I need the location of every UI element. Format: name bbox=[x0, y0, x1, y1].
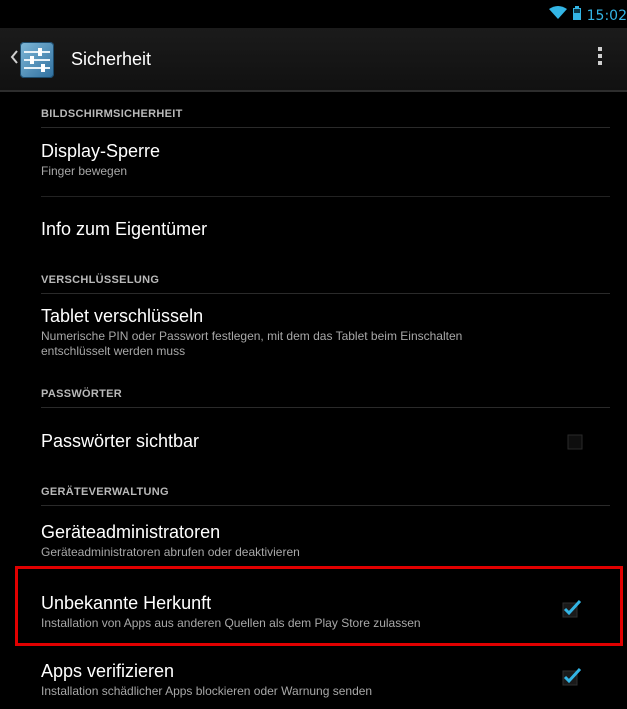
divider bbox=[41, 196, 610, 197]
item-summary: Installation schädlicher Apps blockieren… bbox=[41, 684, 373, 698]
section-header-screen-security: BILDSCHIRMSICHERHEIT bbox=[41, 100, 610, 128]
settings-app-icon[interactable] bbox=[20, 42, 54, 78]
list-item-encrypt-tablet[interactable]: Tablet verschlüsseln Numerische PIN oder… bbox=[41, 305, 601, 359]
item-summary: Finger bewegen bbox=[41, 164, 128, 178]
page-title: Sicherheit bbox=[71, 49, 152, 69]
item-summary: Geräteadministratoren abrufen oder deakt… bbox=[41, 545, 300, 559]
list-item-screen-lock[interactable]: Display-Sperre Finger bewegen bbox=[41, 140, 601, 179]
verify-apps-checkbox[interactable] bbox=[560, 666, 582, 688]
list-item-owner-info[interactable]: Info zum Eigentümer bbox=[41, 218, 601, 240]
list-item-device-admins[interactable]: Geräteadministratoren Geräteadministrato… bbox=[41, 521, 601, 560]
item-title: Display-Sperre bbox=[41, 141, 161, 161]
item-title: Passwörter sichtbar bbox=[41, 431, 200, 451]
overflow-menu-icon[interactable] bbox=[592, 44, 608, 74]
action-bar: Sicherheit bbox=[0, 28, 627, 92]
list-item-verify-apps[interactable]: Apps verifizieren Installation schädlich… bbox=[41, 660, 601, 699]
section-label: PASSWÖRTER bbox=[41, 388, 123, 400]
section-header-passwords: PASSWÖRTER bbox=[41, 380, 610, 408]
status-bar: 15:02 bbox=[0, 0, 627, 28]
section-label: BILDSCHIRMSICHERHEIT bbox=[41, 108, 183, 120]
item-summary-line1: Numerische PIN oder Passwort festlegen, … bbox=[41, 329, 463, 343]
highlight-frame bbox=[15, 566, 623, 646]
item-title: Info zum Eigentümer bbox=[41, 219, 208, 239]
item-title: Tablet verschlüsseln bbox=[41, 306, 204, 326]
battery-icon bbox=[572, 6, 581, 25]
section-header-device-admin: GERÄTEVERWALTUNG bbox=[41, 478, 610, 506]
settings-screen: 15:02 Sicherheit BILDSCHIRMSICHERHEIT Di… bbox=[0, 0, 627, 709]
back-icon[interactable] bbox=[10, 50, 18, 64]
item-title: Geräteadministratoren bbox=[41, 522, 221, 542]
section-header-encryption: VERSCHLÜSSELUNG bbox=[41, 266, 610, 294]
section-label: VERSCHLÜSSELUNG bbox=[41, 274, 160, 286]
item-summary-line2: entschlüsselt werden muss bbox=[41, 344, 186, 358]
list-item-show-passwords[interactable]: Passwörter sichtbar bbox=[41, 430, 601, 452]
status-time: 15:02 bbox=[586, 7, 627, 24]
show-passwords-checkbox[interactable] bbox=[563, 430, 585, 452]
status-right: 15:02 bbox=[548, 6, 627, 25]
wifi-icon bbox=[548, 6, 567, 25]
item-title: Apps verifizieren bbox=[41, 661, 175, 681]
section-label: GERÄTEVERWALTUNG bbox=[41, 486, 169, 498]
